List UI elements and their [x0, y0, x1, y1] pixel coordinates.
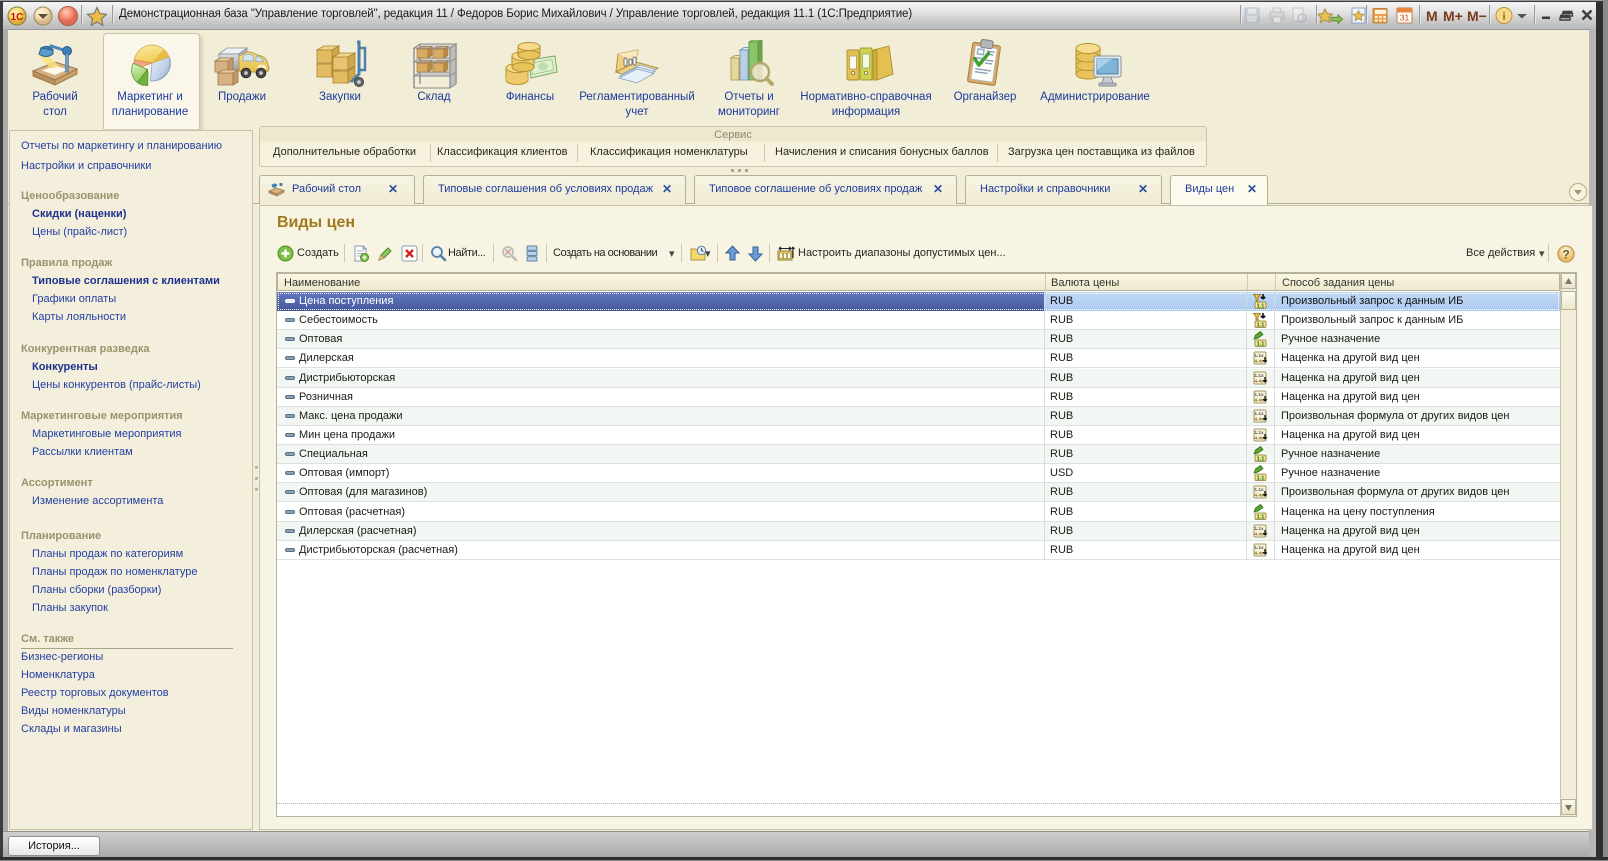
- svg-text:M+: M+: [1443, 8, 1463, 24]
- svg-text:M: M: [1426, 8, 1438, 24]
- svg-text:?: ?: [1562, 248, 1569, 262]
- svg-text:M−: M−: [1467, 8, 1487, 24]
- svg-text:31: 31: [1400, 13, 1410, 23]
- svg-text:i: i: [1502, 11, 1505, 23]
- svg-text:1С: 1С: [11, 12, 24, 23]
